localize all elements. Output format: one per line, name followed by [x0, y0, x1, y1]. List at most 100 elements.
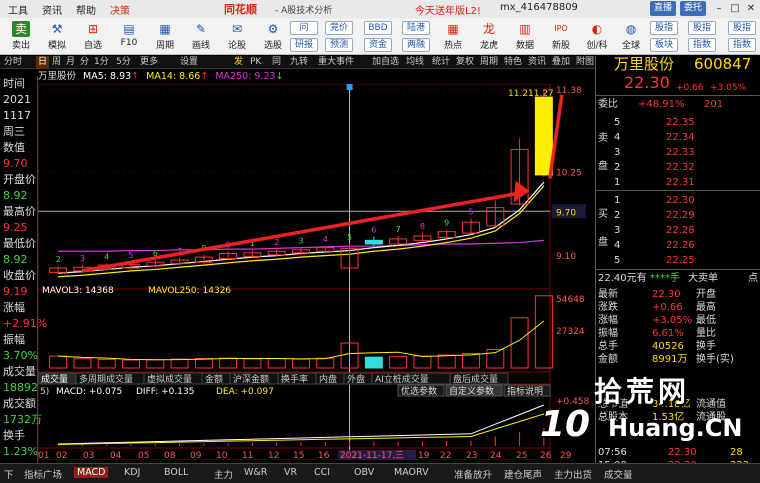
indicator-tab[interactable]: 主力出货: [554, 467, 592, 481]
sector-button[interactable]: 板块: [650, 38, 678, 52]
margin-button[interactable]: 两融: [402, 38, 430, 52]
kline-chart[interactable]: 11.3810.259.709.1011.2111.27234567891234…: [37, 83, 595, 461]
gem-button[interactable]: ◐ 创/科: [580, 19, 614, 53]
stock-picker-button[interactable]: ⚙ 选股: [256, 19, 290, 53]
volume-bar: [170, 358, 189, 369]
tab-feature[interactable]: 特色: [504, 56, 522, 69]
promo-link[interactable]: 今天送年版L2!: [415, 2, 481, 17]
auction-button[interactable]: 竞价: [325, 21, 353, 35]
tab-info[interactable]: 资讯: [528, 56, 546, 69]
menu-decision[interactable]: 决策: [110, 2, 130, 17]
price-change: +0.66: [676, 83, 704, 93]
hotspot-button[interactable]: ▦ 热点: [436, 19, 470, 53]
tab-cycle[interactable]: 周期: [480, 56, 498, 69]
indicator-tab[interactable]: 指标广场: [24, 467, 62, 481]
candle-marker: 3: [298, 237, 303, 246]
tab-day[interactable]: 日: [36, 56, 50, 69]
document-icon: ▤: [123, 22, 135, 36]
minimize-icon[interactable]: –: [712, 2, 726, 15]
macd-button: 指标说明: [507, 385, 543, 397]
order-button[interactable]: 委托: [680, 1, 706, 16]
menu-help[interactable]: 帮助: [76, 2, 96, 17]
draw-line-button[interactable]: ✎ 画线: [184, 19, 218, 53]
volume-bar: [146, 359, 165, 369]
volume-tab: 外盘: [347, 373, 365, 385]
discuss-button[interactable]: ✉ 论股: [220, 19, 254, 53]
tab-pk[interactable]: PK: [250, 56, 261, 69]
candle-marker: 5: [347, 233, 352, 242]
tab-5min[interactable]: 5分: [116, 56, 131, 69]
weicha-value: 201: [704, 99, 724, 110]
tab-more[interactable]: 更多: [140, 56, 158, 69]
calendar-icon: ▦: [159, 22, 171, 36]
tab-ninetwist[interactable]: 九转: [290, 56, 308, 69]
tab-settings[interactable]: 设置: [180, 56, 198, 69]
stock-index-button[interactable]: 股指: [688, 21, 716, 35]
index-futures-button[interactable]: 股指: [650, 21, 678, 35]
stock-index-button-2[interactable]: 股指: [728, 21, 756, 35]
hk-connect-button[interactable]: 陆港: [402, 21, 430, 35]
tab-week[interactable]: 周: [52, 56, 61, 69]
indicator-tab[interactable]: KDJ: [124, 467, 140, 478]
index-button[interactable]: 指数: [688, 38, 716, 52]
simulate-button[interactable]: ⚒ 模拟: [40, 19, 74, 53]
menu-bar: 工具 资讯 帮助 决策 同花顺 - A股技术分析 今天送年版L2! mx_416…: [0, 0, 760, 18]
menu-tools[interactable]: 工具: [8, 2, 28, 17]
bbd-button[interactable]: BBD: [364, 21, 392, 35]
tab-restore[interactable]: 复权: [456, 56, 474, 69]
dragon-tiger-button[interactable]: 龙龙虎: [472, 19, 506, 53]
tab-same[interactable]: 同: [272, 56, 281, 69]
indicator-tab[interactable]: 下: [4, 467, 14, 481]
indicator-tab[interactable]: BOLL: [164, 467, 188, 478]
indicator-tab[interactable]: OBV: [354, 467, 374, 478]
tab-events[interactable]: 重大事件: [318, 56, 354, 69]
volume-bar: [389, 355, 408, 369]
tab-minute[interactable]: 分: [80, 56, 89, 69]
indicator-tab[interactable]: MACD: [74, 467, 109, 478]
ask-button[interactable]: 问: [290, 21, 318, 35]
close-icon[interactable]: ✕: [744, 2, 758, 15]
tab-1min[interactable]: 1分: [94, 56, 109, 69]
menu-news[interactable]: 资讯: [42, 2, 62, 17]
indicator-tab[interactable]: VR: [284, 467, 297, 478]
account-name[interactable]: mx_416478809: [500, 2, 578, 13]
pen-icon: ✎: [195, 22, 207, 36]
forecast-button[interactable]: 预测: [325, 38, 353, 52]
watchlist-button[interactable]: ⊞ 自选: [76, 19, 110, 53]
bid-price: 22.28: [666, 225, 695, 236]
research-button[interactable]: 研报: [290, 38, 318, 52]
indicator-tab[interactable]: 主力: [214, 467, 233, 481]
indicator-tab[interactable]: 建仓尾声: [504, 467, 542, 481]
stat-label-2: 开盘: [696, 289, 716, 300]
period-button[interactable]: ▦ 周期: [148, 19, 182, 53]
indicator-tab[interactable]: CCI: [314, 467, 330, 478]
tab-intraday[interactable]: 分时: [4, 56, 22, 69]
tab-ma[interactable]: 均线: [406, 56, 424, 69]
sell-button[interactable]: 卖卖出: [4, 19, 38, 53]
x-axis-label: 29: [560, 451, 572, 460]
tab-subchart[interactable]: 附图: [576, 56, 594, 69]
stat-value: 40526: [652, 341, 684, 352]
tab-month[interactable]: 月: [66, 56, 75, 69]
indicator-tab[interactable]: 准备放升: [454, 467, 492, 481]
tab-fa[interactable]: 发: [234, 56, 243, 69]
tab-overlay[interactable]: 叠加: [552, 56, 570, 69]
live-button[interactable]: 直播: [650, 1, 676, 16]
left-panel-row: 8.92: [3, 189, 28, 202]
bid-price: 22.30: [666, 195, 695, 206]
f10-button[interactable]: ▤ F10: [112, 19, 146, 53]
tab-add-watch[interactable]: 加自选: [372, 56, 399, 69]
index-button-2[interactable]: 指数: [728, 38, 756, 52]
maximize-icon[interactable]: □: [728, 2, 742, 15]
tab-stats[interactable]: 统计: [432, 56, 450, 69]
data-button[interactable]: ▥ 数据: [508, 19, 542, 53]
indicator-tab[interactable]: W&R: [244, 467, 267, 478]
global-button[interactable]: ◍ 全球: [614, 19, 648, 53]
bid-price: 22.25: [666, 255, 695, 266]
left-panel-row: 1.23%: [3, 445, 38, 458]
ma-legend: 万里股份 MA5: 8.93↑ MA14: 8.66↑ MA250: 9.23↓: [38, 71, 284, 82]
ipo-button[interactable]: IPO 新股: [544, 19, 578, 53]
indicator-tab[interactable]: MAORV: [394, 467, 429, 478]
capital-button[interactable]: 资金: [364, 38, 392, 52]
indicator-tab[interactable]: 成交量: [604, 467, 633, 481]
